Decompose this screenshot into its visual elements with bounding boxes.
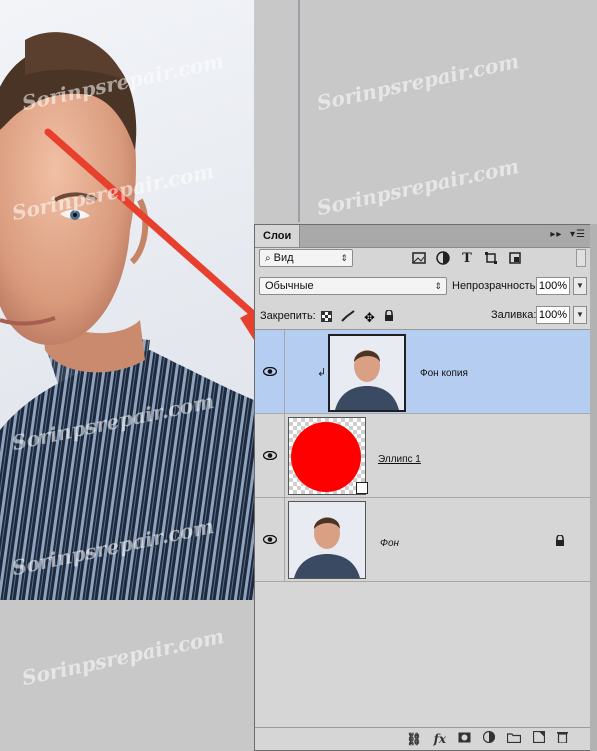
- layer-name[interactable]: Фон: [380, 538, 399, 549]
- link-icon[interactable]: ⛓: [406, 732, 421, 746]
- opacity-label: Непрозрачность:: [452, 280, 539, 292]
- lock-label: Закрепить:: [260, 310, 316, 322]
- lock-all-icon[interactable]: [384, 309, 394, 327]
- chevron-updown-icon: ⇕: [434, 281, 442, 291]
- eye-icon: [262, 535, 277, 544]
- lock-paint-icon[interactable]: [341, 309, 355, 327]
- fx-icon[interactable]: fx: [434, 732, 446, 746]
- lock-position-icon[interactable]: ✥: [364, 310, 375, 326]
- lock-icon: [555, 534, 565, 552]
- eye-icon: [262, 367, 277, 376]
- adjustment-layer-icon[interactable]: [482, 730, 496, 746]
- red-ellipse-thumbnail: [291, 422, 361, 492]
- opacity-input[interactable]: 100%: [536, 277, 570, 295]
- lock-transparent-icon[interactable]: [321, 309, 332, 327]
- layers-panel: Слои ▸▸ ▾☰ ⌕ Вид ⇕ T Обычные ⇕ Непрозрач…: [254, 224, 590, 751]
- new-layer-icon[interactable]: [532, 730, 546, 746]
- filter-toggle[interactable]: [576, 249, 586, 267]
- layer-row-ellipse-1[interactable]: Эллипс 1: [255, 414, 590, 498]
- panel-scroll-edge: [590, 224, 597, 751]
- search-icon: ⌕: [265, 253, 271, 264]
- watermark: Sorinpsrepair.com: [314, 153, 522, 221]
- blend-mode-value: Обычные: [265, 280, 314, 292]
- filter-icons: T: [411, 250, 523, 266]
- portrait-thumbnail: [289, 502, 365, 578]
- fill-label: Заливка:: [491, 309, 537, 321]
- smart-object-filter-icon[interactable]: [507, 250, 523, 266]
- layer-name[interactable]: Фон копия: [420, 368, 468, 379]
- layer-thumbnail[interactable]: [328, 334, 406, 412]
- group-folder-icon[interactable]: [506, 732, 522, 746]
- tab-layers[interactable]: Слои: [255, 225, 301, 247]
- mask-icon[interactable]: [458, 732, 471, 746]
- watermark: Sorinpsrepair.com: [19, 623, 227, 691]
- panel-bottom-bar: ⛓ fx: [255, 727, 590, 750]
- fill-input[interactable]: 100%: [536, 306, 570, 324]
- layer-name[interactable]: Эллипс 1: [378, 454, 421, 465]
- panel-menu-icon[interactable]: ▸▸ ▾☰: [550, 229, 586, 240]
- trash-icon[interactable]: [557, 731, 568, 746]
- document-edge: [298, 0, 300, 222]
- opacity-dropdown[interactable]: ▼: [573, 277, 587, 295]
- portrait-thumbnail: [330, 336, 404, 410]
- layer-thumbnail[interactable]: [288, 501, 366, 579]
- filter-kind-select[interactable]: ⌕ Вид ⇕: [259, 249, 353, 267]
- adjustment-filter-icon[interactable]: [435, 250, 451, 266]
- vector-mask-icon: [356, 482, 368, 494]
- visibility-toggle[interactable]: [255, 498, 285, 581]
- image-filter-icon[interactable]: [411, 250, 427, 266]
- layer-row-fon-kopiya[interactable]: ↲ Фон копия: [255, 330, 590, 414]
- watermark: Sorinpsrepair.com: [314, 48, 522, 116]
- type-filter-icon[interactable]: T: [459, 250, 475, 266]
- blend-mode-select[interactable]: Обычные ⇕: [259, 277, 447, 295]
- eye-icon: [262, 451, 277, 460]
- layers-list: ↲ Фон копия Эллипс 1 Фон: [255, 329, 590, 720]
- chevron-updown-icon: ⇕: [340, 253, 348, 263]
- visibility-toggle[interactable]: [255, 330, 285, 413]
- panel-bottom-icons: ⛓ fx: [406, 730, 568, 746]
- shape-filter-icon[interactable]: [483, 250, 499, 266]
- panel-tab-bar: Слои ▸▸ ▾☰: [255, 225, 590, 248]
- portrait-photo: [0, 0, 254, 600]
- layer-thumbnail[interactable]: [288, 417, 366, 495]
- lock-icons: ✥: [321, 309, 394, 327]
- visibility-toggle[interactable]: [255, 414, 285, 497]
- layer-row-fon[interactable]: Фон: [255, 498, 590, 582]
- fill-dropdown[interactable]: ▼: [573, 306, 587, 324]
- clipping-mask-icon: ↲: [317, 367, 327, 379]
- filter-kind-value: Вид: [273, 252, 294, 264]
- portrait-image: [0, 32, 254, 600]
